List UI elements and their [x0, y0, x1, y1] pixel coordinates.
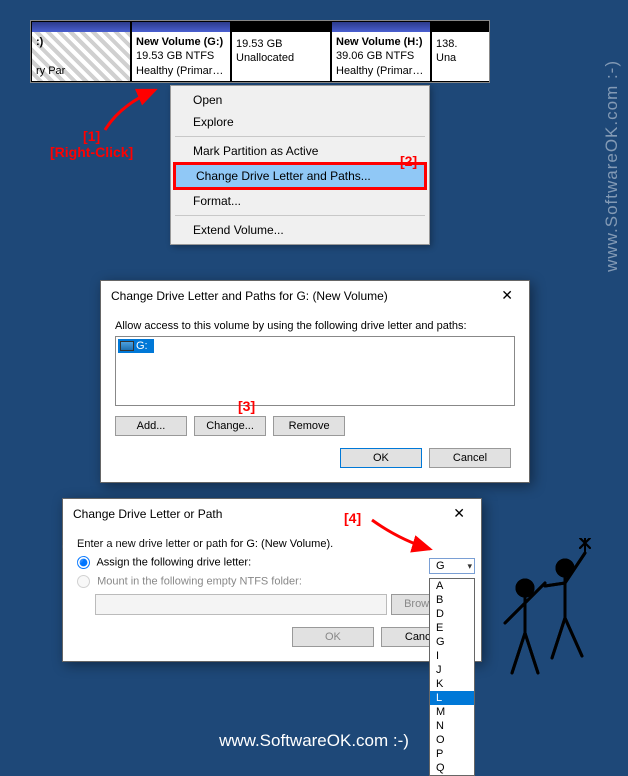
ok-button: OK	[292, 627, 374, 647]
cancel-button[interactable]: Cancel	[429, 448, 511, 468]
folder-path-input	[95, 594, 387, 615]
drive-letter-option[interactable]: J	[430, 663, 474, 677]
drive-letter-option[interactable]: I	[430, 649, 474, 663]
radio-mount-input[interactable]	[77, 575, 90, 588]
context-menu: Open Explore Mark Partition as Active Ch…	[170, 85, 430, 245]
close-icon[interactable]: ✕	[495, 287, 519, 304]
menu-open[interactable]: Open	[173, 89, 427, 111]
menu-change-drive-letter[interactable]: Change Drive Letter and Paths...	[173, 162, 427, 190]
partition-g[interactable]: New Volume (G:) 19.53 GB NTFS Healthy (P…	[131, 21, 231, 82]
drive-letter-option[interactable]: B	[430, 593, 474, 607]
menu-extend-volume[interactable]: Extend Volume...	[173, 219, 427, 241]
annotation-2: [2]	[400, 153, 417, 169]
partition-c[interactable]: :) ry Par	[31, 21, 131, 82]
remove-button[interactable]: Remove	[273, 416, 345, 436]
stick-figure-icon	[490, 538, 600, 691]
menu-mark-active[interactable]: Mark Partition as Active	[173, 140, 427, 162]
watermark-side: www.SoftwareOK.com :-)	[602, 60, 622, 272]
drive-letter-option[interactable]: M	[430, 705, 474, 719]
drive-letter-dropdown[interactable]: G ▾	[429, 558, 475, 574]
drive-item-g[interactable]: G:	[118, 339, 154, 353]
drive-letter-option[interactable]: K	[430, 677, 474, 691]
drive-icon	[120, 341, 134, 351]
drive-letter-option[interactable]: Q	[430, 761, 474, 775]
dialog2-title: Change Drive Letter or Path	[73, 507, 222, 521]
partition-h[interactable]: New Volume (H:) 39.06 GB NTFS Healthy (P…	[331, 21, 431, 82]
partition-unallocated[interactable]: 19.53 GB Unallocated	[231, 21, 331, 82]
menu-explore[interactable]: Explore	[173, 111, 427, 133]
menu-separator	[175, 136, 425, 137]
dialog-change-letter-paths: Change Drive Letter and Paths for G: (Ne…	[100, 280, 530, 483]
annotation-4: [4]	[344, 510, 361, 526]
disk-partitions: :) ry Par New Volume (G:) 19.53 GB NTFS …	[30, 20, 490, 83]
annotation-3: [3]	[238, 398, 255, 414]
partition-tail[interactable]: 138. Una	[431, 21, 490, 82]
dialog1-button-row: Add... Change... Remove	[115, 416, 515, 436]
arrow-4	[370, 515, 440, 558]
ok-button[interactable]: OK	[340, 448, 422, 468]
close-icon[interactable]: ✕	[447, 505, 471, 522]
dialog1-titlebar: Change Drive Letter and Paths for G: (Ne…	[101, 281, 529, 310]
menu-format[interactable]: Format...	[173, 190, 427, 212]
drive-letter-option[interactable]: A	[430, 579, 474, 593]
drive-letter-option[interactable]: E	[430, 621, 474, 635]
dialog1-title: Change Drive Letter and Paths for G: (Ne…	[111, 289, 388, 303]
add-button[interactable]: Add...	[115, 416, 187, 436]
radio-assign-input[interactable]	[77, 556, 90, 569]
drive-letter-option[interactable]: L	[430, 691, 474, 705]
drive-letter-option[interactable]: D	[430, 607, 474, 621]
change-button[interactable]: Change...	[194, 416, 266, 436]
radio-mount-folder[interactable]: Mount in the following empty NTFS folder…	[77, 575, 467, 588]
chevron-down-icon: ▾	[467, 561, 472, 572]
drive-letter-option[interactable]: G	[430, 635, 474, 649]
menu-separator	[175, 215, 425, 216]
arrow-1	[100, 85, 170, 138]
dialog1-confirm-row: OK Cancel	[115, 448, 515, 468]
drive-paths-listbox[interactable]: G:	[115, 336, 515, 406]
watermark-bottom: www.SoftwareOK.com :-)	[0, 731, 628, 751]
dialog1-instruction: Allow access to this volume by using the…	[115, 320, 515, 332]
